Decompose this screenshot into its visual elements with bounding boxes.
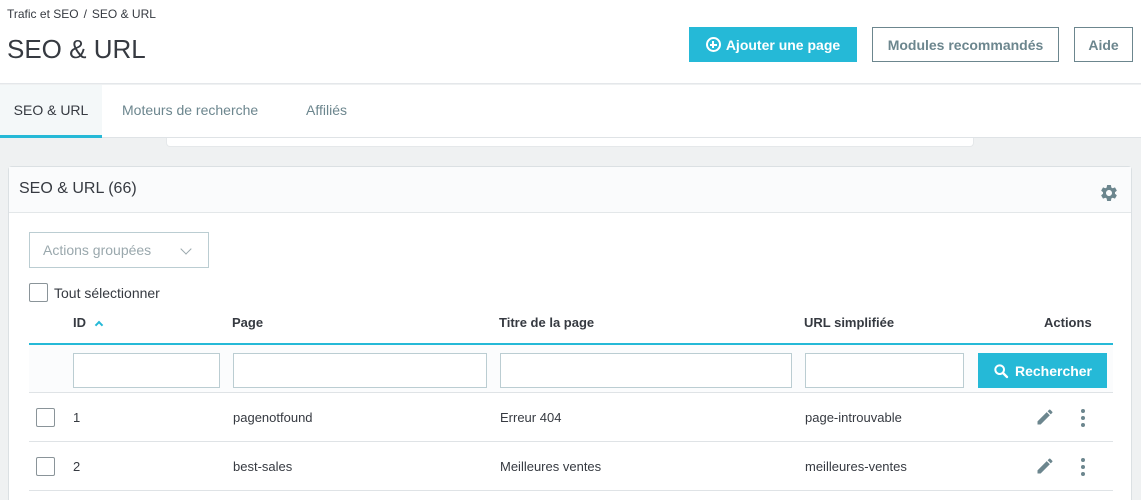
- column-id-label: ID: [73, 315, 86, 330]
- cell-url: meilleures-ventes: [805, 459, 907, 474]
- pencil-icon[interactable]: [1035, 407, 1055, 427]
- gear-icon[interactable]: [1099, 183, 1119, 203]
- sort-up-icon[interactable]: [94, 320, 104, 330]
- cell-id: 1: [73, 410, 81, 425]
- filter-id-input[interactable]: [73, 353, 220, 388]
- filter-page-input[interactable]: [233, 353, 487, 388]
- search-icon: [994, 363, 1009, 378]
- cell-page: best-sales: [233, 459, 293, 474]
- cell-url: page-introuvable: [805, 410, 902, 425]
- plus-circle-icon: [705, 37, 721, 52]
- column-header-url: URL simplifiée: [804, 315, 895, 330]
- cell-page: pagenotfound: [233, 410, 313, 425]
- more-vert-icon[interactable]: [1075, 457, 1091, 477]
- filter-title-input[interactable]: [500, 353, 792, 388]
- collapsed-panel-edge: [166, 138, 974, 147]
- row-checkbox[interactable]: [36, 408, 55, 427]
- tab-bar: SEO & URL Moteurs de recherche Affiliés: [0, 85, 1141, 138]
- column-header-page: Page: [232, 315, 264, 330]
- page-title: SEO & URL: [7, 34, 146, 64]
- help-button[interactable]: Aide: [1074, 27, 1133, 62]
- breadcrumb: Trafic et SEO / SEO & URL: [7, 7, 156, 21]
- breadcrumb-current: SEO & URL: [91, 7, 156, 21]
- seo-url-panel: SEO & URL (66) Actions groupées Tout sél…: [8, 166, 1132, 500]
- cell-title: Erreur 404: [500, 410, 562, 425]
- help-label: Aide: [1088, 36, 1119, 53]
- panel-title: SEO & URL (66): [19, 180, 137, 197]
- tab-affiliates[interactable]: Affiliés: [306, 85, 347, 138]
- tab-seo-url[interactable]: SEO & URL: [0, 85, 102, 138]
- add-page-label: Ajouter une page: [725, 36, 841, 53]
- column-header-id[interactable]: ID: [73, 315, 104, 330]
- filter-row: Rechercher: [29, 343, 1113, 393]
- breadcrumb-parent[interactable]: Trafic et SEO: [7, 7, 79, 21]
- page-header: Trafic et SEO / SEO & URL SEO & URL Ajou…: [0, 0, 1141, 84]
- recommended-modules-button[interactable]: Modules recommandés: [872, 27, 1059, 62]
- select-all-checkbox[interactable]: [29, 283, 48, 302]
- bulk-actions-dropdown[interactable]: Actions groupées: [29, 232, 209, 268]
- recommended-modules-label: Modules recommandés: [887, 36, 1044, 53]
- chevron-down-icon: [180, 243, 192, 255]
- search-button[interactable]: Rechercher: [978, 353, 1107, 388]
- table-row: 1 pagenotfound Erreur 404 page-introuvab…: [29, 393, 1113, 442]
- cell-title: Meilleures ventes: [500, 459, 602, 474]
- more-vert-icon[interactable]: [1075, 408, 1091, 428]
- pencil-icon[interactable]: [1035, 456, 1055, 476]
- cell-id: 2: [73, 459, 81, 474]
- breadcrumb-separator: /: [83, 7, 87, 21]
- column-header-title: Titre de la page: [499, 315, 595, 330]
- panel-header: SEO & URL (66): [9, 167, 1131, 213]
- add-page-button[interactable]: Ajouter une page: [689, 27, 857, 62]
- select-all[interactable]: Tout sélectionner: [29, 283, 160, 302]
- row-checkbox[interactable]: [36, 457, 55, 476]
- tab-search-engines[interactable]: Moteurs de recherche: [122, 85, 258, 138]
- table-row: 2 best-sales Meilleures ventes meilleure…: [29, 442, 1113, 491]
- search-label: Rechercher: [1014, 362, 1093, 379]
- column-header-actions: Actions: [1044, 315, 1092, 330]
- select-all-label: Tout sélectionner: [54, 284, 160, 301]
- bulk-actions-label: Actions groupées: [43, 242, 152, 258]
- filter-url-input[interactable]: [805, 353, 964, 388]
